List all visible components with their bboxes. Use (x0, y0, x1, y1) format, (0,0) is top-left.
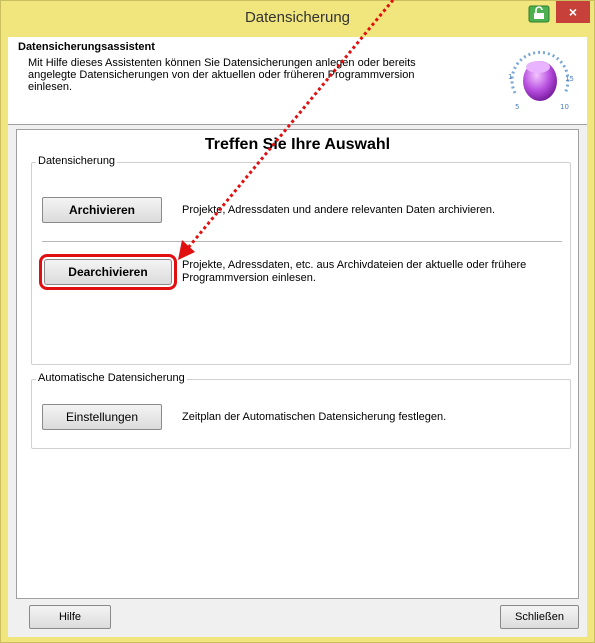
dialog-client: Datensicherungsassistent Mit Hilfe diese… (8, 37, 587, 637)
selection-panel: Treffen Sie Ihre Auswahl Datensicherung … (16, 129, 579, 599)
archive-button[interactable]: Archivieren (42, 197, 162, 223)
title-bar[interactable]: Datensicherung × (1, 1, 594, 37)
wizard-header: Datensicherungsassistent Mit Hilfe diese… (8, 37, 587, 125)
auto-backup-group: Automatische Datensicherung Einstellunge… (31, 372, 571, 449)
dial-label-5: 5 (515, 103, 519, 111)
window-title: Datensicherung (244, 9, 351, 26)
dial-label-1: 1 (508, 73, 512, 81)
archive-description: Projekte, Adressdaten und andere relevan… (182, 204, 496, 216)
dial-label-10: 10 (560, 103, 569, 111)
auto-backup-group-legend: Automatische Datensicherung (36, 372, 187, 384)
group-divider (42, 241, 562, 242)
backup-group: Datensicherung Archivieren Projekte, Adr… (31, 155, 571, 365)
backup-dial-icon: 1 5 10 15 (508, 50, 574, 111)
app-icon[interactable] (526, 4, 552, 24)
wizard-description: Mit Hilfe dieses Assistenten können Sie … (28, 57, 416, 93)
dearchive-button[interactable]: Dearchivieren (39, 254, 177, 290)
help-button[interactable]: Hilfe (29, 605, 111, 629)
dial-label-15: 15 (565, 75, 574, 83)
choice-heading: Treffen Sie Ihre Auswahl (204, 136, 391, 153)
dearchive-description: Projekte, Adressdaten, etc. aus Archivda… (182, 259, 527, 284)
settings-button[interactable]: Einstellungen (42, 404, 162, 430)
dialog-window: Datensicherung × Datensicherungsassisten… (0, 0, 595, 643)
settings-description: Zeitplan der Automatischen Datensicherun… (182, 411, 447, 423)
close-button[interactable]: Schließen (500, 605, 579, 629)
wizard-title: Datensicherungsassistent (18, 41, 155, 53)
close-icon[interactable]: × (556, 1, 590, 23)
backup-group-legend: Datensicherung (36, 155, 118, 167)
